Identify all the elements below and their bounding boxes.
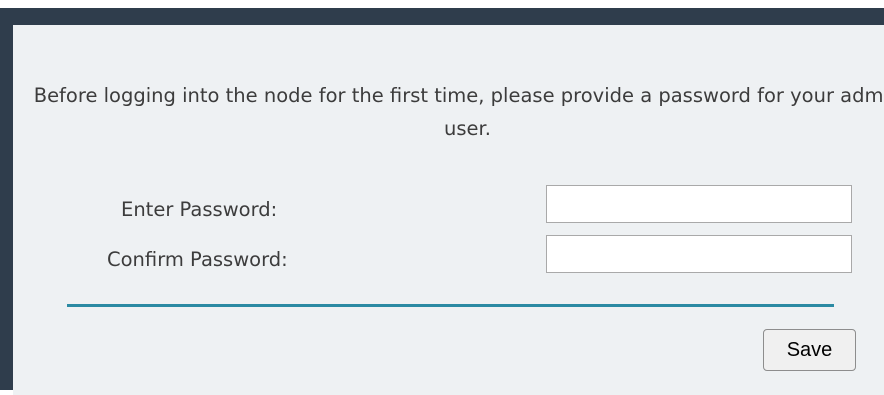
save-button[interactable]: Save — [763, 329, 856, 371]
instruction-message: Before logging into the node for the fir… — [33, 84, 884, 140]
enter-password-label: Enter Password: — [121, 198, 278, 221]
divider — [67, 304, 834, 307]
confirm-password-label: Confirm Password: — [107, 248, 288, 271]
admin-password-dialog: Before logging into the node for the fir… — [13, 25, 884, 395]
confirm-password-input[interactable] — [546, 235, 852, 273]
window-frame: Before logging into the node for the fir… — [0, 8, 884, 395]
enter-password-input[interactable] — [546, 185, 852, 223]
